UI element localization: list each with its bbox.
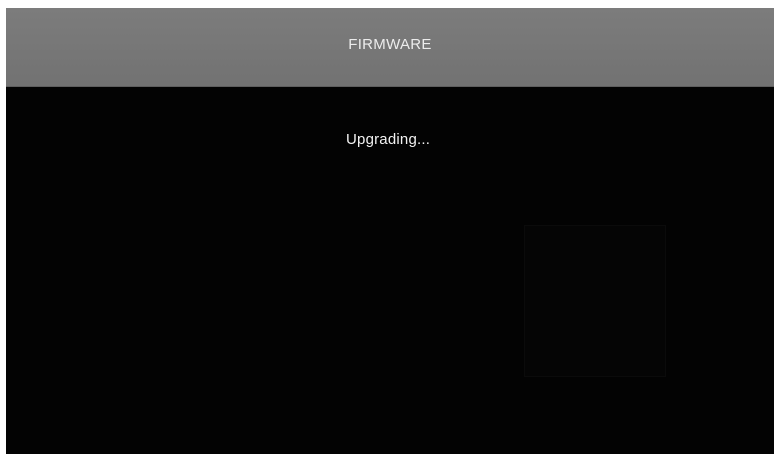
background-panel [524,225,666,377]
title-bar: FIRMWARE [6,8,774,87]
page-title: FIRMWARE [348,36,432,53]
content-area: Upgrading... [6,87,774,454]
firmware-screen: FIRMWARE Upgrading... [6,8,774,454]
upgrade-status-text: Upgrading... [346,131,431,148]
